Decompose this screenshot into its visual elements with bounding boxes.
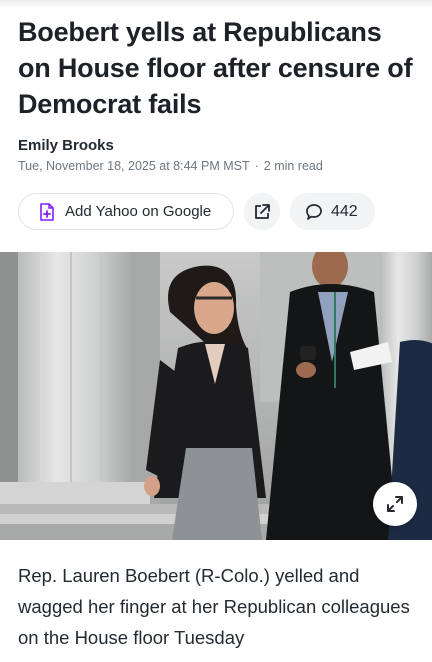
meta-separator: · <box>254 159 259 173</box>
photo-illustration <box>0 252 432 540</box>
article-meta: Tue, November 18, 2025 at 8:44 PM MST · 2 … <box>18 159 323 173</box>
top-bar-shadow <box>0 0 432 8</box>
add-source-button[interactable]: Add Yahoo on Google <box>18 193 234 230</box>
author-name[interactable]: Emily Brooks <box>18 137 114 154</box>
expand-photo-button[interactable] <box>373 482 417 526</box>
expand-diagonal-icon <box>387 496 403 512</box>
article-photo[interactable] <box>0 252 432 540</box>
comment-bubble-icon <box>306 203 322 220</box>
article-headline: Boebert yells at Republicans on House fl… <box>18 17 413 119</box>
article-actions: Add Yahoo on Google 442 <box>18 193 375 230</box>
share-external-icon <box>255 203 270 219</box>
read-time: 2 min read <box>263 159 323 173</box>
comments-count: 442 <box>331 202 358 220</box>
add-source-label: Add Yahoo on Google <box>65 203 212 220</box>
google-add-doc-icon <box>40 202 54 221</box>
share-button[interactable] <box>244 193 280 230</box>
publish-timestamp: Tue, November 18, 2025 at 8:44 PM MST <box>18 159 250 173</box>
article-body-paragraph: Rep. Lauren Boebert (R-Colo.) yelled and… <box>18 565 410 648</box>
comments-button[interactable]: 442 <box>290 193 375 230</box>
